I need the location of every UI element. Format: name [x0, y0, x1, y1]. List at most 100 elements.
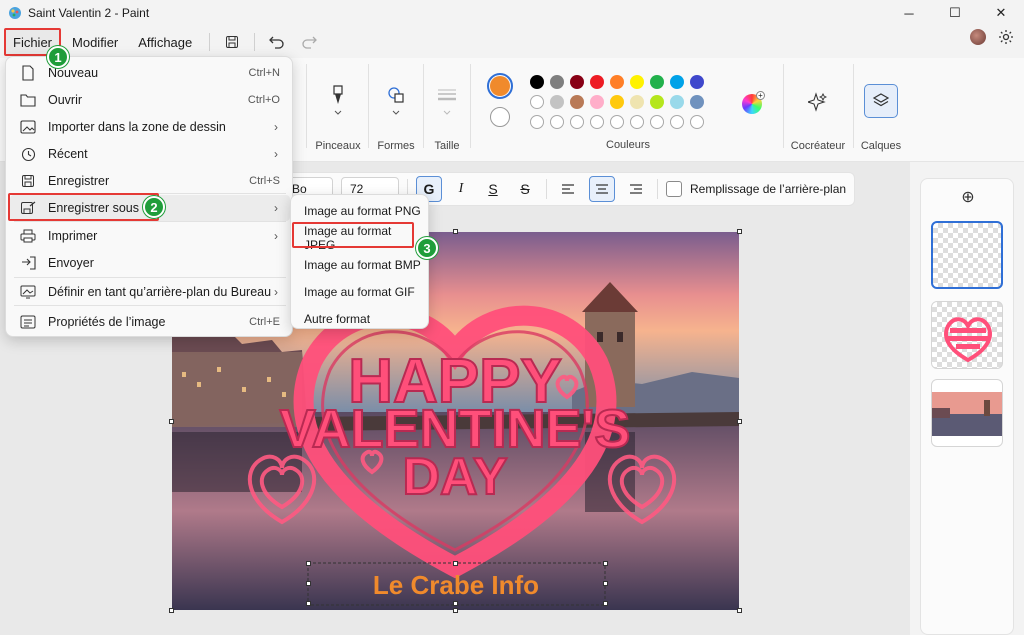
menu-modifier[interactable]: Modifier: [63, 28, 127, 56]
menu-item-label: Récent: [48, 147, 88, 161]
textbox-handle[interactable]: [453, 601, 458, 606]
canvas-resize-handle[interactable]: [737, 608, 742, 613]
palette-empty-swatch[interactable]: [650, 115, 664, 129]
size-label: Taille: [434, 140, 460, 152]
canvas-resize-handle[interactable]: [737, 419, 742, 424]
palette-swatch[interactable]: [690, 95, 704, 109]
layers-icon: [872, 93, 890, 107]
menu-item-importer[interactable]: Importer dans la zone de dessin ›: [10, 114, 290, 140]
maximize-button[interactable]: ☐: [932, 0, 978, 26]
shapes-label: Formes: [377, 140, 415, 152]
chevron-down-icon[interactable]: [443, 110, 451, 116]
minimize-button[interactable]: ─: [886, 0, 932, 26]
submenu-item-other[interactable]: Autre format: [295, 306, 426, 332]
textbox-handle[interactable]: [603, 561, 608, 566]
menu-affichage[interactable]: Affichage: [129, 28, 201, 56]
palette-swatch[interactable]: [570, 75, 584, 89]
palette-swatch[interactable]: [690, 75, 704, 89]
chevron-down-icon[interactable]: [392, 110, 400, 116]
quick-save-button[interactable]: [216, 28, 248, 56]
chevron-right-icon: ›: [274, 229, 278, 243]
menu-item-ouvrir[interactable]: Ouvrir Ctrl+O: [10, 87, 290, 113]
palette-swatch[interactable]: [650, 75, 664, 89]
palette-swatch[interactable]: [530, 95, 544, 109]
palette-swatch[interactable]: [610, 75, 624, 89]
palette-empty-swatch[interactable]: [670, 115, 684, 129]
align-center-button[interactable]: [589, 176, 615, 202]
add-layer-button[interactable]: ⊕: [957, 187, 979, 209]
close-button[interactable]: ✕: [978, 0, 1024, 26]
send-icon: [18, 253, 38, 273]
strikethrough-button[interactable]: S: [512, 176, 538, 202]
layer-thumbnail-photo[interactable]: [931, 379, 1003, 447]
palette-swatch[interactable]: [570, 95, 584, 109]
palette-empty-swatch[interactable]: [630, 115, 644, 129]
settings-gear-icon[interactable]: [998, 29, 1014, 45]
brush-icon[interactable]: [330, 84, 346, 106]
palette-swatch[interactable]: [530, 75, 544, 89]
textbox-handle[interactable]: [306, 601, 311, 606]
align-right-button[interactable]: [623, 176, 649, 202]
canvas-resize-handle[interactable]: [169, 608, 174, 613]
color-picker-button[interactable]: +: [742, 91, 765, 114]
shapes-icon[interactable]: [387, 86, 405, 104]
textbox-handle[interactable]: [306, 581, 311, 586]
menu-item-imprimer[interactable]: Imprimer ›: [10, 223, 290, 249]
textbox-handle[interactable]: [453, 561, 458, 566]
submenu-item-png[interactable]: Image au format PNG: [295, 198, 426, 224]
palette-empty-swatch[interactable]: [610, 115, 624, 129]
fill-background-checkbox[interactable]: [666, 181, 682, 197]
layers-label: Calques: [860, 140, 902, 152]
layer-thumbnail-empty[interactable]: [931, 221, 1003, 289]
account-avatar[interactable]: [970, 29, 986, 45]
undo-icon: [269, 36, 284, 49]
brushes-label: Pinceaux: [315, 140, 361, 152]
underline-button[interactable]: S: [480, 176, 506, 202]
menu-item-recent[interactable]: Récent ›: [10, 141, 290, 167]
layer-text-preview: [944, 317, 992, 363]
palette-empty-swatch[interactable]: [550, 115, 564, 129]
textbox-handle[interactable]: [603, 581, 608, 586]
palette-swatch[interactable]: [550, 75, 564, 89]
palette-swatch[interactable]: [610, 95, 624, 109]
palette-swatch[interactable]: [650, 95, 664, 109]
palette-swatch[interactable]: [550, 95, 564, 109]
menu-item-proprietes[interactable]: Propriétés de l’image Ctrl+E: [10, 309, 290, 335]
canvas-resize-handle[interactable]: [737, 229, 742, 234]
palette-empty-swatch[interactable]: [690, 115, 704, 129]
palette-empty-swatch[interactable]: [530, 115, 544, 129]
menu-item-envoyer[interactable]: Envoyer: [10, 250, 290, 276]
secondary-color-swatch[interactable]: [490, 107, 510, 127]
layers-toggle-button[interactable]: [864, 84, 898, 118]
chevron-down-icon[interactable]: [334, 110, 342, 116]
submenu-item-gif[interactable]: Image au format GIF: [295, 279, 426, 305]
palette-swatch[interactable]: [630, 95, 644, 109]
stroke-size-icon[interactable]: [437, 88, 457, 102]
primary-color-swatch[interactable]: [487, 73, 513, 99]
redo-button[interactable]: [293, 28, 325, 56]
submenu-item-bmp[interactable]: Image au format BMP: [295, 252, 426, 278]
palette-swatch[interactable]: [630, 75, 644, 89]
canvas-resize-handle[interactable]: [453, 608, 458, 613]
undo-button[interactable]: [261, 28, 293, 56]
menu-item-arriere-plan[interactable]: Définir en tant qu’arrière-plan du Burea…: [10, 279, 290, 305]
italic-button[interactable]: I: [448, 176, 474, 202]
cocreator-sparkle-icon[interactable]: [808, 92, 828, 112]
layer-thumbnail-text[interactable]: [931, 301, 1003, 369]
menu-item-enregistrer[interactable]: Enregistrer Ctrl+S: [10, 168, 290, 194]
palette-empty-swatch[interactable]: [590, 115, 604, 129]
textbox-handle[interactable]: [306, 561, 311, 566]
textbox-handle[interactable]: [603, 601, 608, 606]
align-left-icon: [562, 184, 574, 194]
toolbar-separator: [657, 179, 658, 199]
menu-item-label: Importer dans la zone de dessin: [48, 120, 226, 134]
canvas-resize-handle[interactable]: [453, 229, 458, 234]
palette-swatch[interactable]: [670, 95, 684, 109]
palette-swatch[interactable]: [670, 75, 684, 89]
palette-swatch[interactable]: [590, 75, 604, 89]
palette-swatch[interactable]: [590, 95, 604, 109]
align-left-button[interactable]: [555, 176, 581, 202]
ribbon-separator: [423, 64, 424, 148]
canvas-resize-handle[interactable]: [169, 419, 174, 424]
palette-empty-swatch[interactable]: [570, 115, 584, 129]
